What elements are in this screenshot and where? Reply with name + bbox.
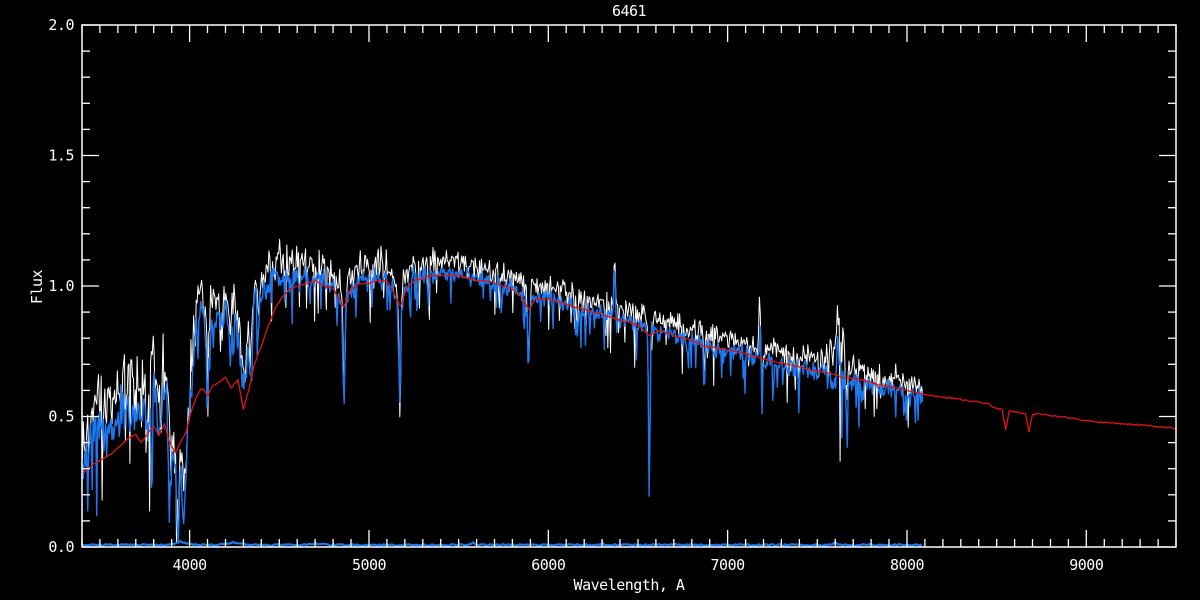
spectra-series (81, 238, 1177, 547)
chart-title: 6461 (612, 2, 647, 20)
y-tick-label: 1.5 (48, 147, 74, 165)
y-tick-label: 0.5 (48, 408, 74, 426)
axis-tick-labels: 4000 5000 6000 7000 8000 9000 0.0 0.5 1.0 1.5 2.0 (48, 16, 1104, 574)
x-tick-label: 7000 (711, 556, 746, 574)
axis-ticks (81, 24, 1177, 548)
x-tick-label: 9000 (1069, 556, 1104, 574)
y-tick-label: 2.0 (48, 16, 74, 34)
spectral-plot-figure: 4000 5000 6000 7000 8000 9000 0.0 0.5 1.0 1.5 2.0 … (0, 0, 1200, 600)
x-axis-label: Wavelength, A (574, 576, 685, 594)
x-tick-label: 6000 (531, 556, 566, 574)
y-tick-label: 0.0 (48, 538, 74, 556)
x-tick-label: 4000 (173, 556, 208, 574)
y-axis-label: Flux (28, 269, 46, 304)
y-tick-label: 1.0 (48, 277, 74, 295)
x-tick-label: 8000 (890, 556, 925, 574)
spectrum-chart: 4000 5000 6000 7000 8000 90000.00.51.01.52.0 … (28, 2, 1177, 594)
x-tick-label: 5000 (352, 556, 387, 574)
noise-floor-curve (82, 540, 923, 547)
plot-frame (81, 24, 1177, 548)
